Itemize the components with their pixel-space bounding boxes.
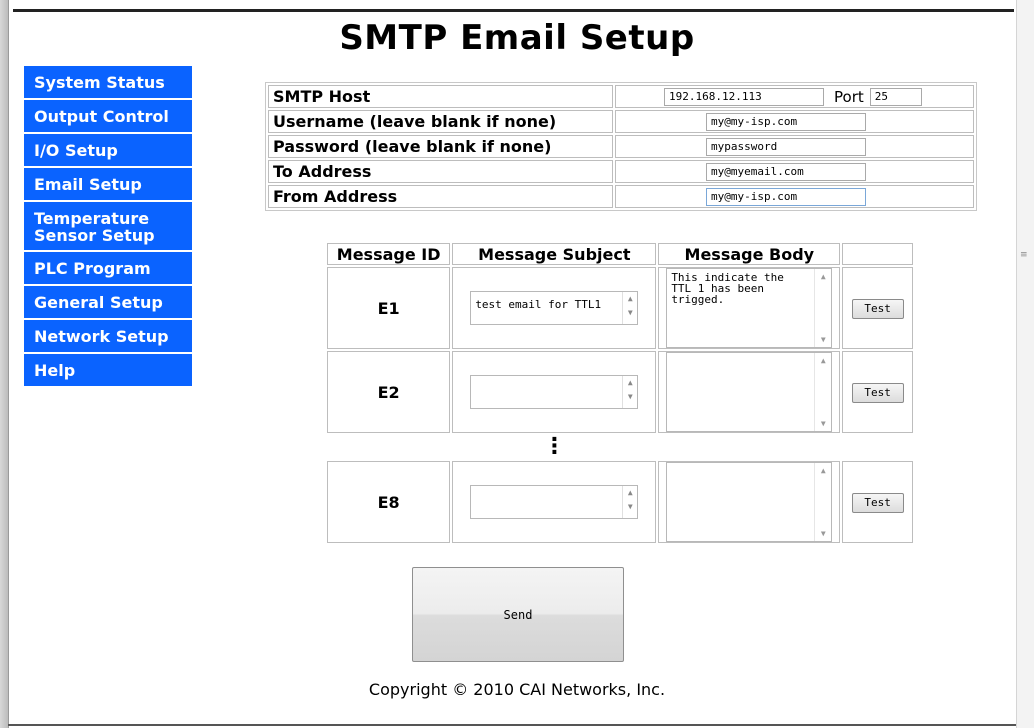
subject-input-e8[interactable]: ▲ ▼	[470, 485, 639, 519]
spinner-icon[interactable]: ▲ ▼	[622, 292, 637, 324]
password-label: Password (leave blank if none)	[268, 135, 613, 158]
scroll-up-icon[interactable]: ▲	[815, 355, 831, 366]
window-scrollbar[interactable]: ≡	[1016, 0, 1034, 728]
message-id: E1	[327, 267, 451, 349]
port-label: Port	[834, 87, 864, 106]
scroll-down-icon[interactable]: ▼	[815, 528, 831, 539]
smtp-host-label: SMTP Host	[268, 85, 613, 108]
sidebar-item-system-status[interactable]: System Status	[24, 66, 192, 100]
spinner-icon[interactable]: ▲ ▼	[622, 486, 637, 518]
body-textarea-e2[interactable]: ▲ ▼	[666, 352, 833, 432]
sidebar-item-temperature-sensor-setup[interactable]: Temperature Sensor Setup	[24, 202, 192, 252]
window-left-edge	[0, 0, 9, 728]
body-textarea-e1[interactable]: This indicate the TTL 1 has been trigged…	[666, 268, 833, 348]
test-button-e1[interactable]: Test	[851, 298, 904, 319]
ellipsis-icon: ⋮	[543, 433, 566, 459]
scroll-down-icon[interactable]: ▼	[815, 418, 831, 429]
port-input[interactable]	[869, 87, 922, 106]
message-body-header: Message Body	[658, 243, 841, 265]
body-textarea-e8[interactable]: ▲ ▼	[666, 462, 833, 542]
message-id: E2	[327, 351, 451, 433]
subject-input-e2[interactable]: ▲ ▼	[470, 375, 639, 409]
message-id-header: Message ID	[327, 243, 451, 265]
test-button-e8[interactable]: Test	[851, 492, 904, 513]
subject-input-e1[interactable]: test email for TTL1 ▲ ▼	[470, 291, 639, 325]
message-subject-header: Message Subject	[452, 243, 657, 265]
send-button[interactable]: Send	[412, 567, 624, 662]
subject-text: test email for TTL1	[475, 298, 602, 311]
message-table: Message ID Message Subject Message Body …	[325, 241, 915, 545]
sidebar-item-output-control[interactable]: Output Control	[24, 100, 192, 134]
bottom-rule	[8, 724, 1016, 726]
from-address-input[interactable]	[706, 187, 866, 206]
scroll-down-icon[interactable]: ▼	[815, 334, 831, 345]
username-input[interactable]	[706, 112, 866, 131]
textarea-scrollbar[interactable]: ▲ ▼	[814, 463, 831, 541]
sidebar-item-plc-program[interactable]: PLC Program	[24, 252, 192, 286]
message-row-e8: E8 ▲ ▼ ▲ ▼ Test	[327, 461, 913, 543]
message-row-e2: E2 ▲ ▼ ▲ ▼ Test	[327, 351, 913, 433]
scroll-up-icon[interactable]: ▲	[815, 465, 831, 476]
textarea-scrollbar[interactable]: ▲ ▼	[814, 353, 831, 431]
page-title: SMTP Email Setup	[339, 18, 695, 58]
to-address-label: To Address	[268, 160, 613, 183]
from-address-label: From Address	[268, 185, 613, 208]
username-label: Username (leave blank if none)	[268, 110, 613, 133]
sidebar-item-io-setup[interactable]: I/O Setup	[24, 134, 192, 168]
test-button-e2[interactable]: Test	[851, 382, 904, 403]
top-rule	[13, 9, 1014, 12]
to-address-input[interactable]	[706, 162, 866, 181]
textarea-scrollbar[interactable]: ▲ ▼	[814, 269, 831, 347]
sidebar-item-general-setup[interactable]: General Setup	[24, 286, 192, 320]
body-text: This indicate the TTL 1 has been trigged…	[671, 271, 784, 306]
scroll-up-icon[interactable]: ▲	[815, 271, 831, 282]
grip-icon: ≡	[1020, 250, 1028, 260]
sidebar-item-help[interactable]: Help	[24, 354, 192, 388]
sidebar-item-email-setup[interactable]: Email Setup	[24, 168, 192, 202]
sidebar-nav: System Status Output Control I/O Setup E…	[24, 66, 192, 388]
copyright-text: Copyright © 2010 CAI Networks, Inc.	[368, 680, 666, 699]
smtp-host-input[interactable]	[664, 87, 824, 106]
sidebar-item-network-setup[interactable]: Network Setup	[24, 320, 192, 354]
password-input[interactable]	[706, 137, 866, 156]
spinner-icon[interactable]: ▲ ▼	[622, 376, 637, 408]
smtp-config-table: SMTP Host Port Username (leave blank if …	[265, 82, 977, 211]
message-row-e1: E1 test email for TTL1 ▲ ▼ This indicate t…	[327, 267, 913, 349]
message-id: E8	[327, 461, 451, 543]
test-header	[842, 243, 913, 265]
